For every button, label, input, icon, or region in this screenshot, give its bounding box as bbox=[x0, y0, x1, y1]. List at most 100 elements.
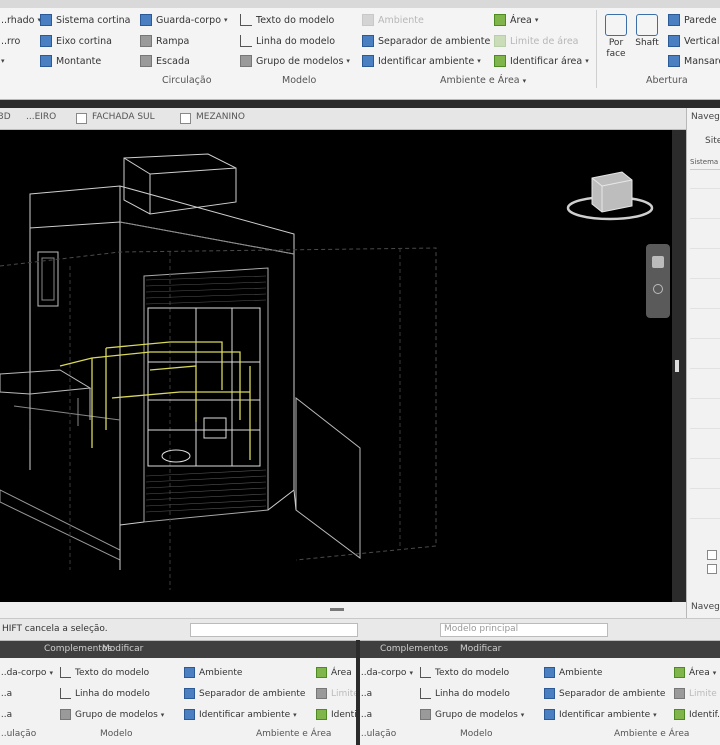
model-text-button[interactable]: Texto do modelo bbox=[240, 12, 334, 28]
tag-room-button[interactable]: Identificar ambiente ▾ bbox=[544, 707, 657, 722]
panel-row bbox=[690, 278, 720, 279]
curtain-system-button[interactable]: Sistema cortina bbox=[40, 12, 130, 28]
area-boundary-icon bbox=[316, 688, 327, 699]
railing-button[interactable]: ...da-corpo ▾ bbox=[0, 665, 53, 680]
room-button[interactable]: Ambiente bbox=[544, 665, 602, 680]
area-icon bbox=[494, 14, 506, 26]
stair-icon bbox=[140, 55, 152, 67]
stair-button[interactable]: Escada bbox=[140, 53, 190, 69]
revit-window: ...rhado▾ ...rro ▾ Sistema cortina Eixo … bbox=[0, 0, 720, 745]
status-field[interactable] bbox=[190, 623, 358, 637]
railing-button[interactable]: ...da-corpo ▾ bbox=[360, 665, 413, 680]
model-group-button[interactable]: Grupo de modelos ▾ bbox=[420, 707, 524, 722]
tag-area-button[interactable]: Identif... bbox=[674, 707, 720, 722]
panel-subtitle: Site bbox=[705, 136, 720, 146]
view-tab-icon bbox=[180, 113, 191, 124]
tab-mezanino[interactable]: MEZANINO bbox=[196, 112, 245, 122]
ramp-button[interactable]: ...a bbox=[0, 686, 12, 701]
tab-complementos[interactable]: Complementos bbox=[380, 644, 448, 654]
curtain-grid-button[interactable]: Eixo cortina bbox=[40, 33, 112, 49]
stair-button[interactable]: ...a bbox=[0, 707, 12, 722]
view-tabs: 3D ...EIRO FACHADA SUL MEZANINO bbox=[0, 108, 690, 130]
tag-room-button[interactable]: Identificar ambiente ▾ bbox=[184, 707, 297, 722]
panel-row bbox=[690, 338, 720, 339]
area-boundary-icon bbox=[674, 688, 685, 699]
model-line-button[interactable]: Linha do modelo bbox=[240, 33, 335, 49]
tag-room-button[interactable]: Identificar ambiente ▾ bbox=[362, 53, 481, 69]
active-workset-label: Modelo principal bbox=[444, 624, 519, 634]
area-boundary-button[interactable]: Limite bbox=[674, 686, 717, 701]
panel-label-abertura: Abertura bbox=[646, 75, 688, 86]
room-separator-button[interactable]: Separador de ambiente bbox=[184, 686, 305, 701]
ribbon-item-forro[interactable]: ...rro bbox=[0, 33, 20, 49]
panel-column-header: Sistema bbox=[690, 158, 720, 170]
area-button[interactable]: Área ▾ bbox=[674, 665, 716, 680]
area-boundary-button[interactable]: Limite de área bbox=[494, 33, 579, 49]
navigation-bar[interactable] bbox=[646, 244, 670, 318]
vertical-opening-button[interactable]: Vertical bbox=[668, 33, 720, 49]
ribbon: ...rhado▾ ...rro ▾ Sistema cortina Eixo … bbox=[0, 0, 720, 100]
panel-label-circulacao: Circulação bbox=[162, 75, 212, 86]
tab-modificar[interactable]: Modificar bbox=[102, 644, 143, 654]
zoom-icon[interactable] bbox=[653, 284, 663, 294]
room-separator-button[interactable]: Separador de ambiente bbox=[544, 686, 665, 701]
panel-label-ambiente-area[interactable]: Ambiente e Área bbox=[256, 729, 331, 739]
ramp-button[interactable]: ...a bbox=[360, 686, 372, 701]
vertical-opening-icon bbox=[668, 35, 680, 47]
panel-label-ambiente-area[interactable]: Ambiente e Área ▾ bbox=[440, 75, 526, 86]
tab-3d[interactable]: 3D bbox=[0, 112, 11, 122]
room-icon bbox=[184, 667, 195, 678]
panel-label-ambiente-area[interactable]: Ambiente e Área bbox=[614, 729, 689, 739]
model-group-button[interactable]: Grupo de modelos ▾ bbox=[60, 707, 164, 722]
model-line-button[interactable]: Linha do modelo bbox=[420, 686, 510, 701]
model-group-icon bbox=[420, 709, 431, 720]
ribbon-item-piso[interactable]: ▾ bbox=[0, 53, 5, 69]
model-text-icon bbox=[420, 667, 431, 678]
ribbon-copy-right: Complementos Modificar ...da-corpo▾ ...a… bbox=[360, 640, 720, 745]
full-navigation-wheel-icon[interactable] bbox=[652, 256, 664, 268]
by-face-button[interactable]: Por face bbox=[599, 14, 633, 60]
tab-fachada-sul[interactable]: FACHADA SUL bbox=[92, 112, 155, 122]
room-button[interactable]: Ambiente bbox=[184, 665, 242, 680]
ribbon-item-telhado[interactable]: ...rhado▾ bbox=[0, 12, 41, 28]
room-button[interactable]: Ambiente bbox=[362, 12, 424, 28]
railing-button[interactable]: Guarda-corpo ▾ bbox=[140, 12, 228, 28]
browser-checkbox[interactable] bbox=[707, 564, 717, 574]
panel-title: Navega... bbox=[691, 112, 720, 122]
model-group-icon bbox=[240, 55, 252, 67]
tab-modificar[interactable]: Modificar bbox=[460, 644, 501, 654]
room-separator-button[interactable]: Separador de ambiente bbox=[362, 33, 490, 49]
stair-button[interactable]: ...a bbox=[360, 707, 372, 722]
tag-area-button[interactable]: Identi... bbox=[316, 707, 356, 722]
3d-viewport[interactable] bbox=[0, 130, 672, 602]
viewcube[interactable] bbox=[566, 171, 654, 221]
model-text-button[interactable]: Texto do modelo bbox=[60, 665, 149, 680]
tag-room-icon bbox=[184, 709, 195, 720]
model-text-button[interactable]: Texto do modelo bbox=[420, 665, 509, 680]
tag-area-icon bbox=[674, 709, 685, 720]
scroll-grip[interactable] bbox=[675, 360, 679, 372]
model-line-button[interactable]: Linha do modelo bbox=[60, 686, 150, 701]
model-text-icon bbox=[240, 14, 252, 26]
scroll-grip[interactable] bbox=[330, 608, 344, 611]
horizontal-scrollbar[interactable] bbox=[0, 602, 686, 618]
tag-room-icon bbox=[362, 55, 374, 67]
area-boundary-icon bbox=[494, 35, 506, 47]
mullion-button[interactable]: Montante bbox=[40, 53, 101, 69]
tag-area-button[interactable]: Identificar área ▾ bbox=[494, 53, 589, 69]
dormer-button[interactable]: Mansarda bbox=[668, 53, 720, 69]
panel-label-modelo: Modelo bbox=[282, 75, 317, 86]
tag-area-icon bbox=[316, 709, 327, 720]
area-boundary-button[interactable]: Limite bbox=[316, 686, 356, 701]
model-text-icon bbox=[60, 667, 71, 678]
area-button[interactable]: Área ▾ bbox=[494, 12, 538, 28]
ramp-button[interactable]: Rampa bbox=[140, 33, 189, 49]
browser-checkbox[interactable] bbox=[707, 550, 717, 560]
model-group-button[interactable]: Grupo de modelos ▾ bbox=[240, 53, 350, 69]
area-button[interactable]: Área bbox=[316, 665, 352, 680]
room-separator-icon bbox=[544, 688, 555, 699]
shaft-button[interactable]: Shaft bbox=[630, 14, 664, 49]
wall-opening-button[interactable]: Parede bbox=[668, 12, 717, 28]
ribbon-tab-strip: Complementos Modificar bbox=[360, 641, 720, 658]
tab-terreo[interactable]: ...EIRO bbox=[26, 112, 56, 122]
